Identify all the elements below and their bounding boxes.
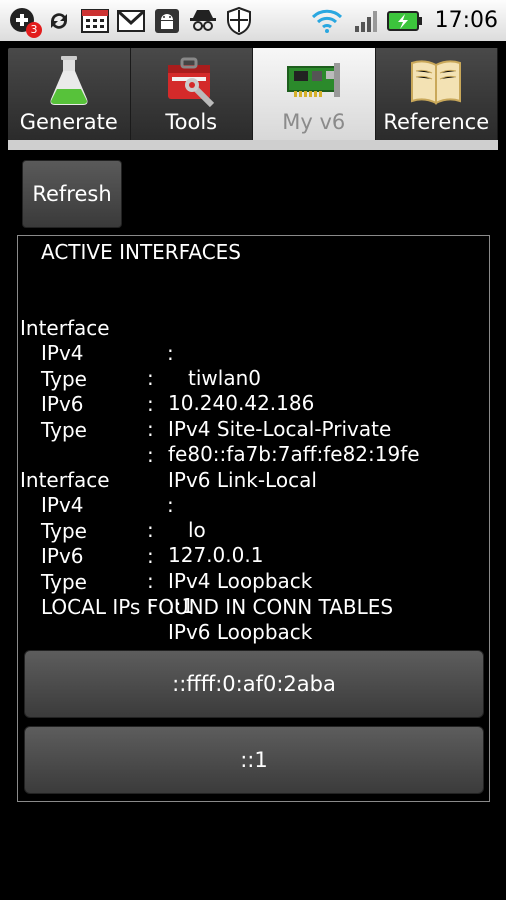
tab-generate[interactable]: Generate <box>8 48 131 140</box>
clock-time: 17:06 <box>434 8 498 33</box>
refresh-button[interactable]: Refresh <box>22 160 122 228</box>
tab-tools[interactable]: Tools <box>130 48 253 140</box>
notification-badge: 3 <box>26 21 42 38</box>
conn-tables-header: LOCAL IPs FOUND IN CONN TABLES <box>41 595 394 619</box>
status-bar: 3 17:06 <box>0 0 506 41</box>
tab-indicator-strip <box>8 140 498 150</box>
network-card-icon <box>286 52 342 110</box>
shield-icon <box>224 6 254 36</box>
android-icon <box>152 6 182 36</box>
conn-ip-button[interactable]: ::ffff:0:af0:2aba <box>24 650 484 718</box>
interfaces-panel: ACTIVE INTERFACES Interface : tiwlan0 IP… <box>17 235 490 802</box>
flask-icon <box>47 52 91 110</box>
spy-icon <box>188 6 218 36</box>
detail-value: IPv6 Loopback <box>168 620 313 644</box>
active-interfaces-header: ACTIVE INTERFACES <box>41 240 241 264</box>
conn-ip-button[interactable]: ::1 <box>24 726 484 794</box>
detail-label: Type <box>41 570 87 594</box>
detail-label: Type <box>41 418 87 442</box>
tab-reference[interactable]: Reference <box>375 48 498 140</box>
toolbox-icon <box>164 52 218 110</box>
tab-my-v6[interactable]: My v6 <box>253 48 376 140</box>
battery-icon <box>386 6 423 36</box>
sync-icon <box>44 6 74 36</box>
tab-bar: Generate Tools My v6 Reference <box>8 48 498 148</box>
add-notification-icon: 3 <box>8 6 42 38</box>
book-icon <box>408 52 464 110</box>
tab-label-reference: Reference <box>383 110 490 134</box>
calendar-icon <box>80 6 110 36</box>
tab-label-generate: Generate <box>19 110 118 134</box>
tab-label-my-v6: My v6 <box>282 110 346 134</box>
tab-label-tools: Tools <box>165 110 218 134</box>
signal-icon <box>351 6 381 36</box>
wifi-icon <box>309 6 345 36</box>
gmail-icon <box>116 6 146 36</box>
